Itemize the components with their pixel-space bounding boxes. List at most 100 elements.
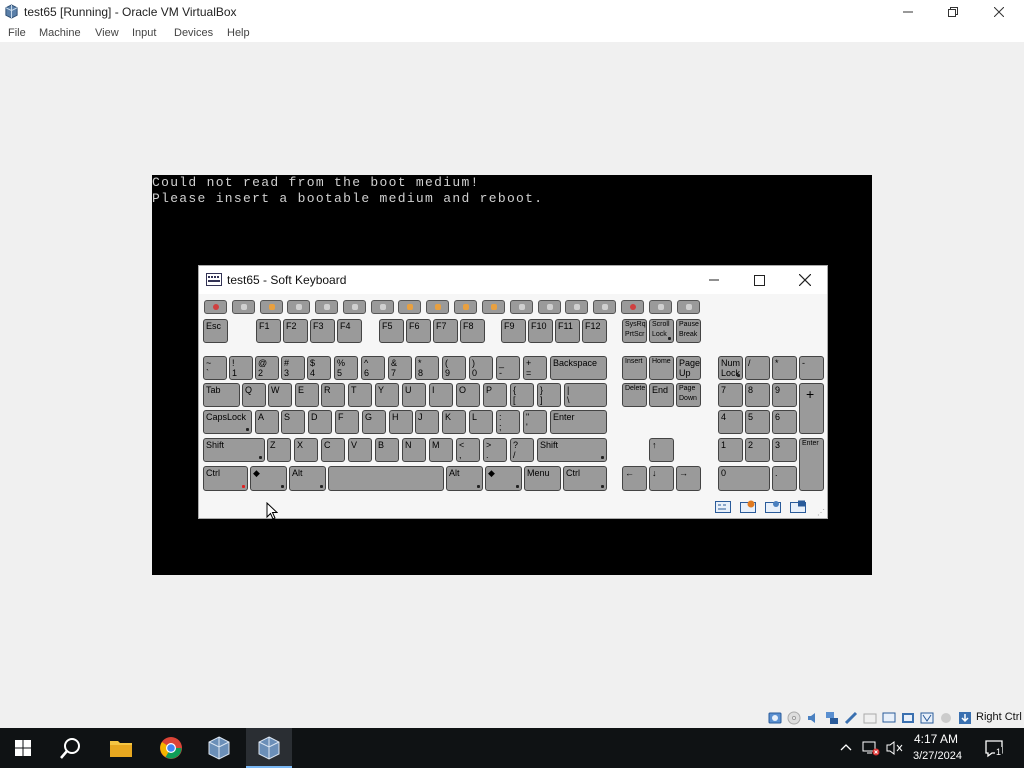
key-kp-2[interactable]: 2: [745, 438, 770, 462]
notification-center-button[interactable]: 1: [984, 738, 1004, 758]
key-period[interactable]: >.: [483, 438, 507, 462]
key-kp-3[interactable]: 3: [772, 438, 797, 462]
key-end[interactable]: End: [649, 383, 674, 407]
restore-button[interactable]: [930, 0, 976, 24]
key-kp-7[interactable]: 7: [718, 383, 743, 407]
key-f4[interactable]: F4: [337, 319, 362, 343]
key-o[interactable]: O: [456, 383, 480, 407]
key-kp-enter[interactable]: Enter: [799, 438, 824, 491]
clock-date[interactable]: 3/27/2024: [913, 750, 962, 762]
video-capture-icon[interactable]: [901, 711, 915, 725]
key-pause[interactable]: Pause Break: [676, 319, 701, 343]
key-q[interactable]: Q: [242, 383, 266, 407]
key-7[interactable]: & 7: [388, 356, 412, 380]
soft-keyboard-maximize-button[interactable]: [739, 269, 779, 291]
key-comma[interactable]: <,: [456, 438, 480, 462]
key-l[interactable]: L: [469, 410, 493, 434]
key-h[interactable]: H: [389, 410, 413, 434]
menu-file[interactable]: File: [8, 27, 26, 39]
key-8[interactable]: * 8: [415, 356, 439, 380]
key-caps-lock[interactable]: CapsLock: [203, 410, 252, 434]
key-slash[interactable]: ? /: [510, 438, 534, 462]
key-home[interactable]: Home: [649, 356, 674, 380]
key-f1[interactable]: F1: [256, 319, 281, 343]
key-n[interactable]: N: [402, 438, 426, 462]
key-f8[interactable]: F8: [460, 319, 485, 343]
menu-view[interactable]: View: [95, 27, 119, 39]
key-0[interactable]: ) 0: [469, 356, 493, 380]
key-1[interactable]: ! 1: [229, 356, 253, 380]
taskbar-chrome[interactable]: [148, 728, 194, 768]
minimize-button[interactable]: [885, 0, 931, 24]
key-g[interactable]: G: [362, 410, 386, 434]
key-r[interactable]: R: [321, 383, 345, 407]
key-kp-divide[interactable]: /: [745, 356, 770, 380]
virtualization-icon[interactable]: [920, 711, 934, 725]
key-tab[interactable]: Tab: [203, 383, 240, 407]
key-2[interactable]: @2: [255, 356, 279, 380]
previous-track-key[interactable]: [426, 300, 449, 314]
key-9[interactable]: (9: [442, 356, 466, 380]
key-space[interactable]: [328, 466, 444, 491]
key-y[interactable]: Y: [375, 383, 399, 407]
key-left-alt[interactable]: Alt: [289, 466, 326, 491]
optical-drive-icon[interactable]: [787, 711, 801, 725]
key-5[interactable]: % 5: [334, 356, 358, 380]
shared-folders-icon[interactable]: [863, 711, 877, 725]
search-button[interactable]: [48, 728, 94, 768]
stop-media-key[interactable]: [454, 300, 477, 314]
key-u[interactable]: U: [402, 383, 426, 407]
key-kp-subtract[interactable]: -: [799, 356, 824, 380]
key-f12[interactable]: F12: [582, 319, 607, 343]
key-k[interactable]: K: [442, 410, 466, 434]
media-select-key[interactable]: [593, 300, 616, 314]
key-right-shift[interactable]: Shift: [537, 438, 607, 462]
key-kp-0[interactable]: 0: [718, 466, 770, 491]
key-e[interactable]: E: [295, 383, 319, 407]
key-z[interactable]: Z: [267, 438, 291, 462]
mouse-integration-icon[interactable]: [939, 711, 953, 725]
menu-input[interactable]: Input: [132, 27, 156, 39]
power-key[interactable]: [204, 300, 227, 314]
key-6[interactable]: ^ 6: [361, 356, 385, 380]
key-kp-8[interactable]: 8: [745, 383, 770, 407]
key-num-lock[interactable]: Num Lock: [718, 356, 743, 380]
play-pause-key[interactable]: [482, 300, 505, 314]
key-f10[interactable]: F10: [528, 319, 553, 343]
key-c[interactable]: C: [321, 438, 345, 462]
key-kp-add[interactable]: +: [799, 383, 824, 434]
taskbar-virtualbox-vm[interactable]: [246, 728, 292, 768]
key-delete[interactable]: Delete: [622, 383, 647, 407]
key-backspace[interactable]: Backspace: [550, 356, 607, 380]
key-kp-4[interactable]: 4: [718, 410, 743, 434]
key-right-win[interactable]: ◆: [485, 466, 522, 491]
forward-key[interactable]: [287, 300, 310, 314]
key-insert[interactable]: Insert: [622, 356, 647, 380]
keyboard-colors-icon[interactable]: [790, 500, 806, 514]
key-m[interactable]: M: [429, 438, 453, 462]
key-arrow-down[interactable]: ↓: [649, 466, 674, 491]
reset-keyboard-icon[interactable]: [740, 500, 756, 514]
key-i[interactable]: I: [429, 383, 453, 407]
next-track-key[interactable]: [398, 300, 421, 314]
key-x[interactable]: X: [294, 438, 318, 462]
clock-time[interactable]: 4:17 AM: [914, 732, 958, 746]
key-w[interactable]: W: [268, 383, 292, 407]
key-4[interactable]: $4: [307, 356, 331, 380]
hard-disk-icon[interactable]: [768, 711, 782, 725]
key-s[interactable]: S: [281, 410, 305, 434]
key-sysrq[interactable]: SysRq PrtScr: [622, 319, 647, 343]
key-kp-decimal[interactable]: .: [772, 466, 797, 491]
host-key-arrow-icon[interactable]: [958, 711, 972, 725]
key-f6[interactable]: F6: [406, 319, 431, 343]
usb-icon[interactable]: [844, 711, 858, 725]
key-kp-5[interactable]: 5: [745, 410, 770, 434]
stop-key[interactable]: [343, 300, 366, 314]
key-v[interactable]: V: [348, 438, 372, 462]
key-f5[interactable]: F5: [379, 319, 404, 343]
my-computer-key[interactable]: [565, 300, 588, 314]
display-icon[interactable]: [882, 711, 896, 725]
key-j[interactable]: J: [415, 410, 439, 434]
key-arrow-left[interactable]: ←: [622, 466, 647, 491]
start-button[interactable]: [0, 728, 46, 768]
